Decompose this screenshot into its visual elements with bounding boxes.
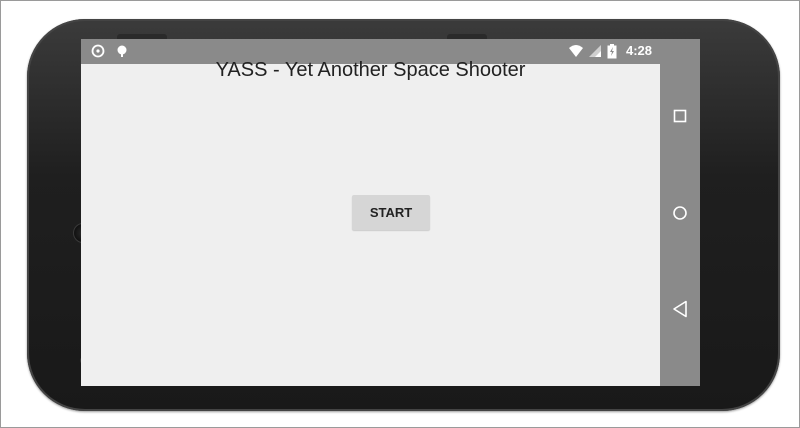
app-title: YASS - Yet Another Space Shooter: [215, 59, 526, 81]
navigation-bar: [660, 39, 700, 386]
wifi-icon: [568, 44, 584, 58]
recents-icon[interactable]: [669, 105, 691, 127]
signal-icon: [588, 44, 602, 58]
home-icon[interactable]: [669, 202, 691, 224]
sync-icon: [91, 44, 105, 58]
status-time: 4:28: [625, 43, 652, 58]
android-debug-icon: [115, 44, 129, 58]
app-content: YASS - Yet Another Space Shooter START: [81, 59, 660, 386]
battery-charging-icon: [607, 44, 617, 59]
back-icon[interactable]: [669, 298, 691, 320]
phone-screen: 4:28 YASS - Yet Another Space Shooter ST…: [81, 39, 700, 386]
start-button[interactable]: START: [352, 195, 430, 230]
